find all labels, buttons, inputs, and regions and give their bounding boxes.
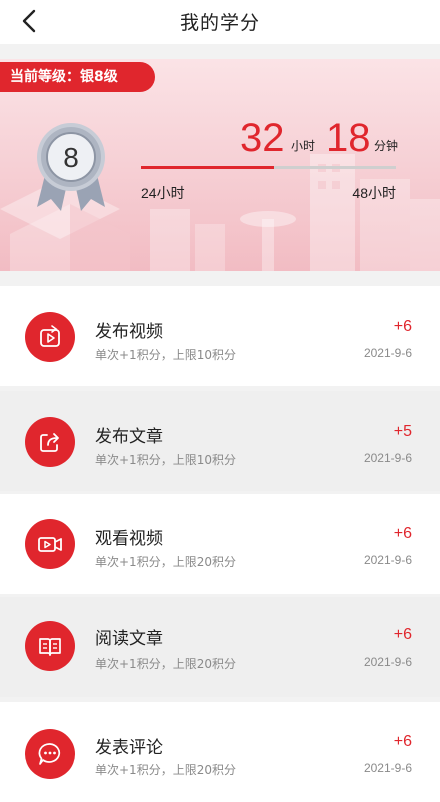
minutes-value: 18 [326, 116, 371, 160]
item-date: 2021-9-6 [363, 761, 412, 775]
item-description: 单次+1积分，上限20积分 [95, 763, 236, 777]
study-time-display: 32 小时 18 分钟 [0, 59, 440, 271]
book-icon [25, 621, 75, 671]
page-title: 我的学分 [179, 12, 260, 34]
item-score: +6 [393, 318, 412, 335]
item-title: 发布视频 [95, 322, 163, 342]
share-video-icon [25, 312, 75, 362]
list-item[interactable]: 阅读文章 单次+1积分，上限20积分 +6 2021-9-6 [0, 597, 440, 697]
list-item[interactable]: 发布视频 单次+1积分，上限10积分 +6 2021-9-6 [0, 286, 440, 386]
video-camera-icon [25, 519, 75, 569]
range-start-label: 24小时 [141, 185, 185, 201]
item-score: +6 [393, 525, 412, 542]
item-score: +6 [393, 733, 412, 750]
comment-icon [25, 729, 75, 779]
hours-value: 32 [240, 116, 285, 160]
item-title: 发表评论 [95, 738, 163, 758]
hours-unit: 小时 [291, 139, 316, 153]
item-date: 2021-9-6 [363, 655, 412, 669]
item-date: 2021-9-6 [363, 553, 412, 567]
list-item[interactable]: 发布文章 单次+1积分，上限10积分 +5 2021-9-6 [0, 391, 440, 491]
item-score: +6 [393, 626, 412, 643]
list-item[interactable]: 发表评论 单次+1积分，上限20积分 +6 2021-9-6 [0, 702, 440, 802]
item-score: +5 [393, 423, 412, 440]
item-description: 单次+1积分，上限20积分 [95, 657, 236, 671]
item-description: 单次+1积分，上限10积分 [95, 453, 236, 467]
share-article-icon [25, 417, 75, 467]
item-description: 单次+1积分，上限10积分 [95, 348, 236, 362]
item-title: 阅读文章 [95, 629, 163, 649]
list-item[interactable]: 观看视频 单次+1积分，上限20积分 +6 2021-9-6 [0, 494, 440, 594]
level-banner: 当前等级：银8级 8 32 小时 18 分钟 24小时 48小时 [0, 59, 440, 271]
item-date: 2021-9-6 [363, 346, 412, 360]
progress-bar [141, 166, 396, 169]
progress-fill [141, 166, 274, 169]
top-bar: 我的学分 [0, 0, 440, 44]
range-end-label: 48小时 [352, 185, 396, 201]
item-title: 发布文章 [95, 427, 163, 447]
item-title: 观看视频 [95, 529, 163, 549]
minutes-unit: 分钟 [374, 139, 399, 153]
item-date: 2021-9-6 [363, 451, 412, 465]
item-description: 单次+1积分，上限20积分 [95, 555, 236, 569]
